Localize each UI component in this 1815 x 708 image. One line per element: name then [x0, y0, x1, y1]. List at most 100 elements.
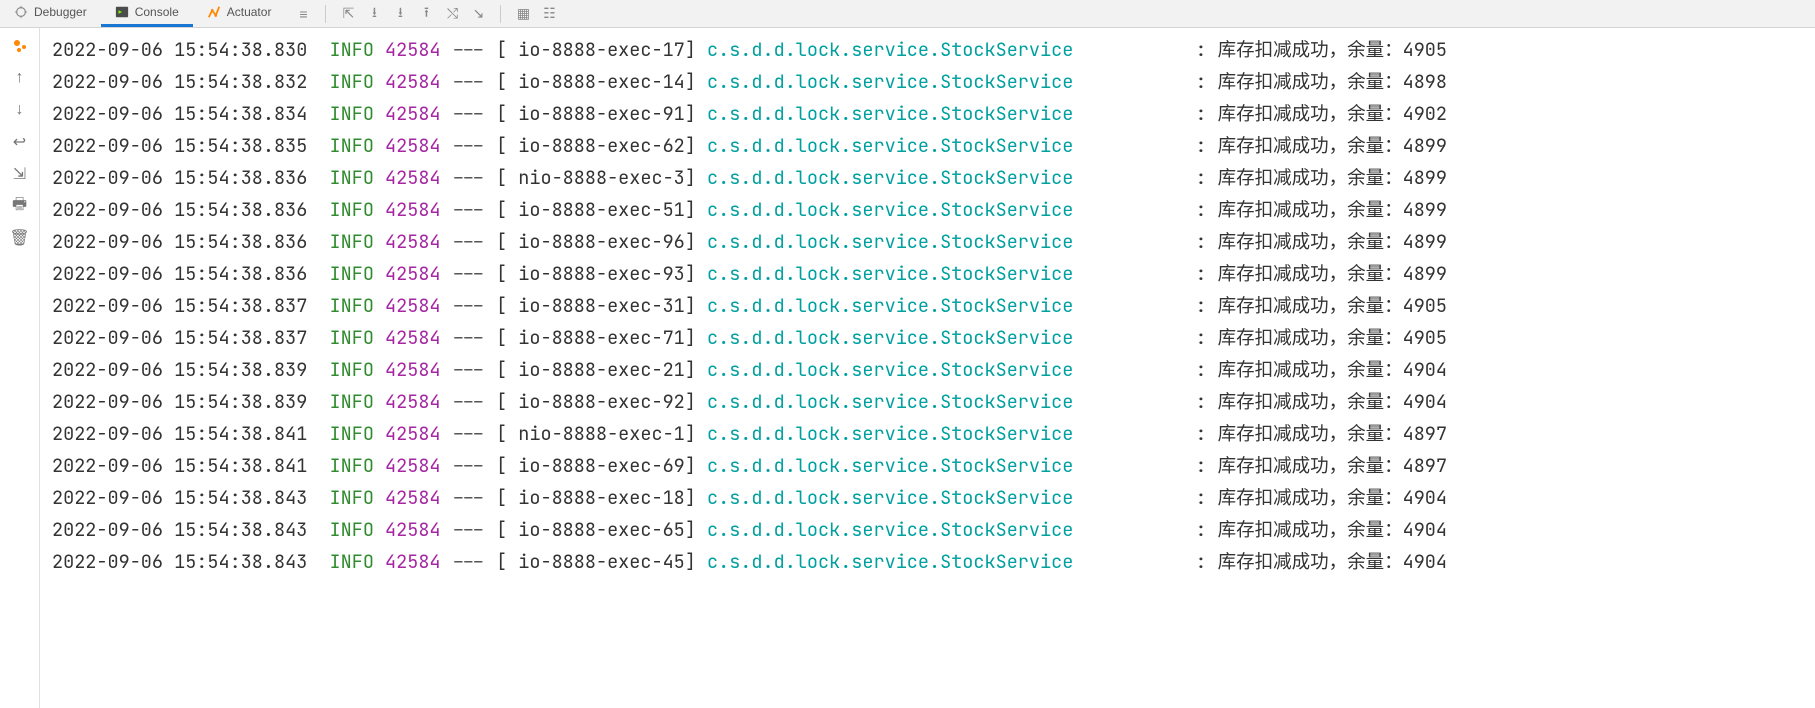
dash: ---: [452, 386, 485, 418]
message: 库存扣减成功，余量：4899: [1218, 194, 1447, 226]
log-line: 2022-09-06 15:54:38.841 INFO 42584 --- […: [52, 418, 1815, 450]
log-line: 2022-09-06 15:54:38.841 INFO 42584 --- […: [52, 450, 1815, 482]
settings-icon[interactable]: ☷: [541, 6, 557, 22]
dash: ---: [452, 482, 485, 514]
layout-icon[interactable]: ≡: [295, 6, 311, 22]
colon: :: [1195, 514, 1217, 546]
dash: ---: [452, 194, 485, 226]
tab-console[interactable]: Console: [101, 0, 193, 27]
pid: 42584: [385, 386, 441, 418]
tab-label: Actuator: [227, 5, 272, 19]
separator: [500, 5, 501, 23]
timestamp: 2022-09-06 15:54:38.834: [52, 98, 307, 130]
swap-icon[interactable]: ⤭: [444, 6, 460, 22]
console-icon: [115, 5, 129, 19]
thread: [ nio-8888-exec-3]: [496, 162, 696, 194]
scroll-to-end-up-icon[interactable]: ⇱: [340, 6, 356, 22]
dash: ---: [452, 66, 485, 98]
tabs: Debugger Console Actuator: [0, 0, 285, 27]
clear-icon[interactable]: 🗑: [10, 228, 30, 248]
pid: 42584: [385, 514, 441, 546]
pid: 42584: [385, 418, 441, 450]
tab-label: Console: [135, 5, 179, 19]
pid: 42584: [385, 66, 441, 98]
logger: c.s.d.d.lock.service.StockService: [707, 450, 1195, 482]
separator: [325, 5, 326, 23]
print-icon[interactable]: 🖶: [10, 196, 30, 216]
step-icon[interactable]: ↘: [470, 6, 486, 22]
timestamp: 2022-09-06 15:54:38.843: [52, 514, 307, 546]
thread: [ io-8888-exec-31]: [496, 290, 696, 322]
log-line: 2022-09-06 15:54:38.836 INFO 42584 --- […: [52, 226, 1815, 258]
pid: 42584: [385, 130, 441, 162]
pid: 42584: [385, 258, 441, 290]
message: 库存扣减成功，余量：4899: [1218, 258, 1447, 290]
colon: :: [1195, 162, 1217, 194]
actuator-icon: [207, 5, 221, 19]
tab-debugger[interactable]: Debugger: [0, 0, 101, 27]
thread: [ io-8888-exec-62]: [496, 130, 696, 162]
pid: 42584: [385, 354, 441, 386]
logger: c.s.d.d.lock.service.StockService: [707, 66, 1195, 98]
log-level: INFO: [330, 322, 374, 354]
dash: ---: [452, 258, 485, 290]
log-level: INFO: [330, 130, 374, 162]
arrow-down-icon[interactable]: ↓: [10, 100, 30, 120]
log-line: 2022-09-06 15:54:38.836 INFO 42584 --- […: [52, 194, 1815, 226]
colon: :: [1195, 450, 1217, 482]
colon: :: [1195, 34, 1217, 66]
bug-icon: [14, 5, 28, 19]
logger: c.s.d.d.lock.service.StockService: [707, 34, 1195, 66]
log-line: 2022-09-06 15:54:38.843 INFO 42584 --- […: [52, 514, 1815, 546]
message: 库存扣减成功，余量：4904: [1218, 546, 1447, 578]
console-gutter: ↑ ↓ ↩ ⇲ 🖶 🗑: [0, 28, 40, 708]
message: 库存扣减成功，余量：4897: [1218, 450, 1447, 482]
attach-icon[interactable]: [10, 36, 30, 56]
log-level: INFO: [330, 354, 374, 386]
log-level: INFO: [330, 290, 374, 322]
logger: c.s.d.d.lock.service.StockService: [707, 514, 1195, 546]
pid: 42584: [385, 162, 441, 194]
log-line: 2022-09-06 15:54:38.835 INFO 42584 --- […: [52, 130, 1815, 162]
dash: ---: [452, 130, 485, 162]
colon: :: [1195, 482, 1217, 514]
dash: ---: [452, 290, 485, 322]
upload-icon[interactable]: ⭱: [418, 6, 434, 22]
colon: :: [1195, 290, 1217, 322]
thread: [ io-8888-exec-92]: [496, 386, 696, 418]
dash: ---: [452, 546, 485, 578]
logger: c.s.d.d.lock.service.StockService: [707, 386, 1195, 418]
soft-wrap-icon[interactable]: ↩: [10, 132, 30, 152]
message: 库存扣减成功，余量：4904: [1218, 514, 1447, 546]
thread: [ io-8888-exec-96]: [496, 226, 696, 258]
arrow-up-icon[interactable]: ↑: [10, 68, 30, 88]
message: 库存扣减成功，余量：4899: [1218, 130, 1447, 162]
download-icon-2[interactable]: ⭳: [392, 6, 408, 22]
message: 库存扣减成功，余量：4904: [1218, 482, 1447, 514]
download-icon[interactable]: ⭳: [366, 6, 382, 22]
calc-icon[interactable]: ▦: [515, 6, 531, 22]
logger: c.s.d.d.lock.service.StockService: [707, 194, 1195, 226]
dash: ---: [452, 226, 485, 258]
message: 库存扣减成功，余量：4899: [1218, 162, 1447, 194]
log-level: INFO: [330, 514, 374, 546]
log-level: INFO: [330, 482, 374, 514]
timestamp: 2022-09-06 15:54:38.836: [52, 162, 307, 194]
scroll-to-end-icon[interactable]: ⇲: [10, 164, 30, 184]
tool-window-toolbar: Debugger Console Actuator ≡ ⇱ ⭳ ⭳ ⭱ ⤭ ↘ …: [0, 0, 1815, 28]
logger: c.s.d.d.lock.service.StockService: [707, 546, 1195, 578]
log-level: INFO: [330, 418, 374, 450]
tab-actuator[interactable]: Actuator: [193, 0, 286, 27]
timestamp: 2022-09-06 15:54:38.832: [52, 66, 307, 98]
dash: ---: [452, 418, 485, 450]
dash: ---: [452, 98, 485, 130]
timestamp: 2022-09-06 15:54:38.835: [52, 130, 307, 162]
message: 库存扣减成功，余量：4905: [1218, 34, 1447, 66]
colon: :: [1195, 354, 1217, 386]
colon: :: [1195, 418, 1217, 450]
message: 库存扣减成功，余量：4898: [1218, 66, 1447, 98]
log-line: 2022-09-06 15:54:38.837 INFO 42584 --- […: [52, 290, 1815, 322]
console-toolbar-icons: ≡ ⇱ ⭳ ⭳ ⭱ ⤭ ↘ ▦ ☷: [295, 5, 557, 23]
console-output[interactable]: 2022-09-06 15:54:38.830 INFO 42584 --- […: [40, 28, 1815, 708]
logger: c.s.d.d.lock.service.StockService: [707, 354, 1195, 386]
